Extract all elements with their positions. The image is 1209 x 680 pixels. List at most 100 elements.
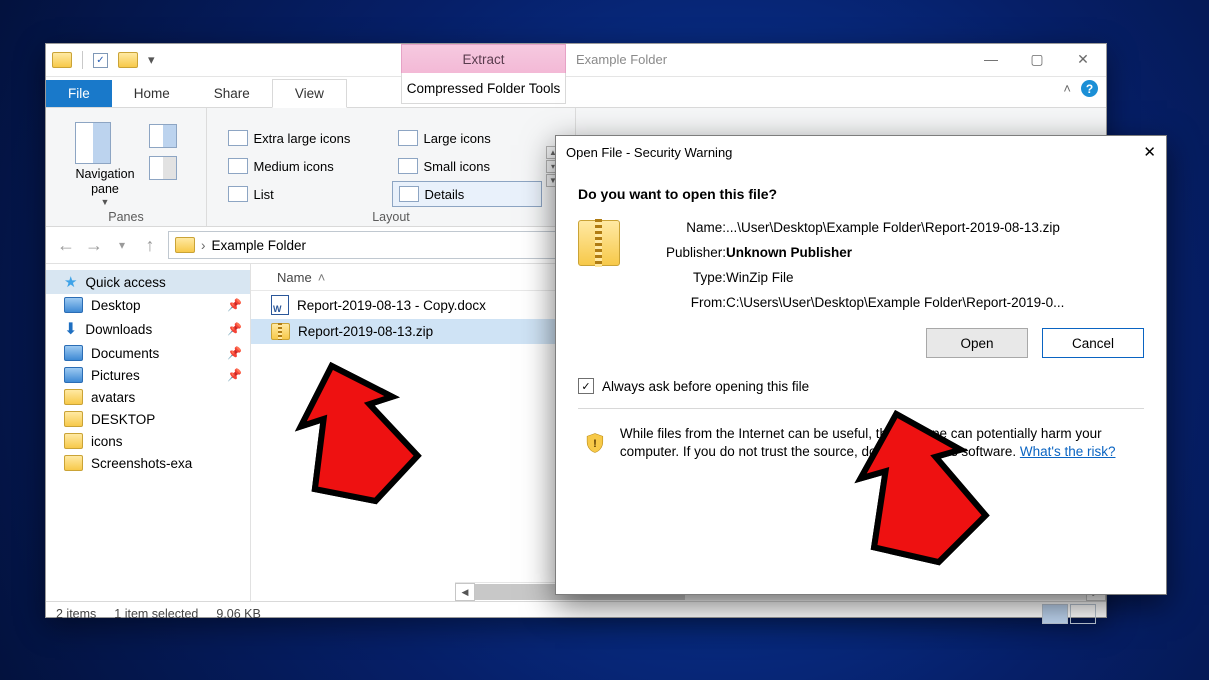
file-name: Report-2019-08-13 - Copy.docx [297,298,486,313]
separator [82,51,83,69]
details-pane-icon[interactable] [149,156,177,180]
label-name: Name: [638,220,726,235]
pin-icon: 📌 [227,298,242,312]
contextual-tab-header: Extract [401,44,566,73]
layout-extra-large-icons[interactable]: Extra large icons [222,125,390,151]
layout-small-icons[interactable]: Small icons [392,153,542,179]
dialog-buttons: Open Cancel [578,328,1144,358]
maximize-button[interactable]: ▢ [1014,44,1060,74]
ribbon-right-controls: ˄ ? [1063,80,1098,97]
open-button[interactable]: Open [926,328,1028,358]
ribbon-group-layout: Extra large icons Large icons Medium ico… [207,108,576,226]
nav-screenshots[interactable]: Screenshots-exa [46,452,250,474]
thumbnails-view-button[interactable] [1070,604,1096,624]
nav-avatars[interactable]: avatars [46,386,250,408]
layout-medium-icons[interactable]: Medium icons [222,153,390,179]
zip-archive-icon [271,323,290,340]
window-title: Example Folder [576,52,667,67]
checkbox-icon[interactable]: ✓ [578,378,594,394]
nav-desktop[interactable]: Desktop📌 [46,294,250,316]
tab-home[interactable]: Home [112,80,192,107]
window-controls: — ▢ ✕ [968,44,1106,74]
value-name: ...\User\Desktop\Example Folder\Report-2… [726,220,1064,235]
minimize-button[interactable]: — [968,44,1014,74]
dialog-titlebar: Open File - Security Warning ✕ [556,136,1166,168]
folder-icon [118,52,138,68]
dialog-question: Do you want to open this file? [578,186,1144,202]
ribbon-group-label: Panes [108,207,143,224]
status-bar: 2 items 1 item selected 9.06 KB [46,601,1106,626]
value-publisher: Unknown Publisher [726,245,1064,260]
whats-the-risk-link[interactable]: What's the risk? [1020,444,1116,459]
annotation-arrow-icon [282,355,422,515]
documents-icon [64,345,83,361]
folder-icon [64,433,83,449]
scroll-left-icon[interactable]: ◀ [455,583,475,601]
contextual-tab[interactable]: Compressed Folder Tools [401,73,566,104]
nav-documents[interactable]: Documents📌 [46,342,250,364]
forward-button[interactable]: → [84,235,104,255]
ribbon-group-panes: Navigation pane ▼ Panes [46,108,207,226]
collapse-ribbon-icon[interactable]: ˄ [1063,81,1071,96]
nav-icons[interactable]: icons [46,430,250,452]
tab-file[interactable]: File [46,80,112,107]
up-button[interactable]: ↑ [140,235,160,255]
desktop-icon [64,297,83,313]
folder-icon [175,237,195,253]
value-from: C:\Users\User\Desktop\Example Folder\Rep… [726,295,1064,310]
shield-warning-icon: ! [586,425,604,461]
label-type: Type: [638,270,726,285]
star-icon: ★ [64,273,77,291]
cancel-button[interactable]: Cancel [1042,328,1144,358]
history-dropdown-icon[interactable]: ▾ [112,235,132,255]
pin-icon: 📌 [227,322,242,336]
nav-quick-access[interactable]: ★Quick access [46,270,250,294]
pictures-icon [64,367,83,383]
always-ask-row[interactable]: ✓ Always ask before opening this file [578,374,1144,409]
preview-pane-icon[interactable] [149,124,177,148]
breadcrumb-item[interactable]: Example Folder [212,238,307,253]
layout-options: Extra large icons Large icons Medium ico… [222,125,542,207]
file-name: Report-2019-08-13.zip [298,324,433,339]
annotation-arrow-icon [840,405,990,575]
dialog-title: Open File - Security Warning [566,145,732,160]
navigation-pane-label: Navigation pane [75,167,134,197]
layout-details[interactable]: Details [392,181,542,207]
details-view-button[interactable] [1042,604,1068,624]
folder-icon [64,455,83,471]
close-button[interactable]: ✕ [1060,44,1106,74]
properties-checkbox-icon[interactable]: ✓ [93,53,108,68]
qat-dropdown-icon[interactable]: ▾ [148,52,155,68]
file-info: Name: ...\User\Desktop\Example Folder\Re… [578,220,1144,310]
contextual-tab-group: Extract Compressed Folder Tools [401,44,566,104]
back-button[interactable]: ← [56,235,76,255]
pin-icon: 📌 [227,346,242,360]
status-item-count: 2 items [56,607,96,621]
layout-list[interactable]: List [222,181,390,207]
zip-archive-icon [578,220,620,266]
navigation-tree: ★Quick access Desktop📌 ⬇Downloads📌 Docum… [46,264,251,601]
download-icon: ⬇ [64,319,77,339]
navigation-pane-icon [75,122,111,164]
help-icon[interactable]: ? [1081,80,1098,97]
status-selection: 1 item selected [114,607,198,621]
folder-icon [64,411,83,427]
column-name[interactable]: Name˄ [271,270,503,285]
navigation-pane-button[interactable]: Navigation pane ▼ [75,122,134,207]
word-document-icon [271,295,289,315]
nav-desktop2[interactable]: DESKTOP [46,408,250,430]
layout-large-icons[interactable]: Large icons [392,125,542,151]
close-icon[interactable]: ✕ [1143,143,1156,161]
nav-pictures[interactable]: Pictures📌 [46,364,250,386]
sort-indicator-icon: ˄ [318,270,326,285]
ribbon-tabs: File Home Share View [46,77,1106,108]
view-mode-buttons [1042,604,1096,624]
ribbon-group-label: Layout [372,207,410,224]
label-from: From: [638,295,726,310]
svg-text:!: ! [593,438,597,450]
folder-icon [64,389,83,405]
pin-icon: 📌 [227,368,242,382]
tab-share[interactable]: Share [192,80,272,107]
nav-downloads[interactable]: ⬇Downloads📌 [46,316,250,342]
tab-view[interactable]: View [272,79,347,108]
